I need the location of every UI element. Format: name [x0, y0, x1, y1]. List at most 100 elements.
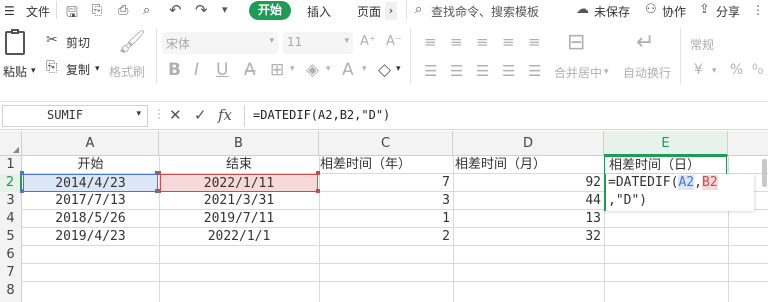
unsaved-button[interactable]: 未保存 — [594, 3, 630, 20]
justify-icon[interactable]: ☰ — [502, 62, 515, 80]
cell-d4[interactable]: 13 — [453, 210, 601, 228]
tab-insert[interactable]: 插入 — [307, 3, 331, 20]
wrap-text-button[interactable]: 自动换行 — [623, 64, 671, 81]
cell-a1[interactable]: 开始 — [22, 156, 159, 174]
confirm-icon[interactable]: ✓ — [194, 106, 207, 124]
cell-a5[interactable]: 2019/4/23 — [22, 228, 159, 246]
cell-c2[interactable]: 7 — [319, 174, 450, 192]
italic-icon[interactable]: I — [194, 60, 199, 80]
cell-b3[interactable]: 2021/3/31 — [159, 192, 319, 210]
column-header-b[interactable]: B — [159, 131, 319, 156]
decrease-font-icon[interactable]: A⁻ — [386, 34, 402, 49]
distribute-icon[interactable]: ☰ — [528, 62, 541, 80]
name-box[interactable]: SUMIF ▾ — [2, 105, 148, 127]
border-icon[interactable]: ⊞ — [270, 60, 284, 80]
row-header-5[interactable]: 5 — [0, 228, 22, 246]
column-header-d[interactable]: D — [453, 131, 604, 156]
more-icon[interactable]: ⋮ — [752, 3, 764, 17]
currency-button[interactable]: ¥ — [694, 62, 703, 78]
redo-icon[interactable]: ↷ — [195, 1, 208, 19]
vertical-scrollbar[interactable] — [762, 159, 767, 187]
chevron-down-icon[interactable]: ▾ — [136, 109, 141, 119]
currency-dropdown-icon[interactable]: ▾ — [712, 66, 717, 76]
font-color-dropdown-icon[interactable]: ▾ — [362, 64, 367, 74]
cell-c3[interactable]: 3 — [319, 192, 450, 210]
border-dropdown-icon[interactable]: ▾ — [290, 64, 295, 74]
cell-d1[interactable]: 相差时间（月） — [455, 156, 604, 174]
decimal-icon[interactable]: ⁰₀ — [752, 62, 763, 78]
merge-dropdown-icon[interactable]: ▾ — [604, 67, 609, 77]
cell-b4[interactable]: 2019/7/11 — [159, 210, 319, 228]
row-header-4[interactable]: 4 — [0, 210, 22, 228]
align-left-icon[interactable]: ☰ — [424, 62, 437, 80]
hamburger-menu-icon[interactable]: ☰ — [4, 4, 15, 18]
undo-icon[interactable]: ↶ — [169, 1, 182, 19]
paste-dropdown-icon[interactable]: ▾ — [31, 66, 36, 76]
column-header-a[interactable]: A — [22, 131, 159, 156]
copy-dropdown-icon[interactable]: ▾ — [95, 64, 100, 74]
align-top-icon[interactable]: ≡ — [424, 33, 437, 51]
formula-input[interactable]: =DATEDIF(A2,B2,"D") — [244, 105, 768, 127]
eraser-icon[interactable]: ◇ — [378, 60, 391, 80]
number-format-select[interactable]: 常规 — [690, 36, 714, 53]
print-icon[interactable]: ⎙ — [118, 3, 128, 18]
column-header-e[interactable]: E — [604, 131, 728, 156]
select-all-corner[interactable]: ◢ — [0, 131, 22, 156]
print-preview-icon[interactable]: ⌕ — [143, 3, 150, 18]
row-header-1[interactable]: 1 — [0, 156, 22, 174]
tabs-scroll-right-icon[interactable]: › — [385, 2, 397, 20]
paste-icon[interactable] — [5, 29, 25, 55]
export-icon[interactable]: ⎘ — [92, 3, 102, 18]
tab-start[interactable]: 开始 — [249, 1, 291, 20]
cell-b1[interactable]: 结束 — [159, 156, 319, 174]
font-color-icon[interactable]: A — [342, 60, 354, 80]
paste-button[interactable]: 粘贴 — [3, 63, 27, 80]
insert-function-icon[interactable]: fx — [218, 106, 232, 124]
align-bottom-icon[interactable]: ≡ — [476, 33, 489, 51]
share-button[interactable]: 分享 — [716, 3, 740, 20]
cell-d3[interactable]: 44 — [453, 192, 601, 210]
strikethrough-icon[interactable]: A̶ — [244, 60, 256, 80]
collab-button[interactable]: 协作 — [662, 3, 686, 20]
fill-dropdown-icon[interactable]: ▾ — [326, 64, 331, 74]
align-middle-icon[interactable]: ≡ — [450, 33, 463, 51]
row-header-7[interactable]: 7 — [0, 264, 22, 282]
cell-a3[interactable]: 2017/7/13 — [22, 192, 159, 210]
formula-bar-drag-icon[interactable]: ⋮ — [153, 107, 165, 121]
cell-d2[interactable]: 92 — [453, 174, 601, 192]
row-header-2[interactable]: 2 — [0, 174, 22, 192]
cell-e1[interactable]: 相差时间（日） — [604, 156, 727, 175]
cell-c5[interactable]: 2 — [319, 228, 450, 246]
column-header-c[interactable]: C — [319, 131, 453, 156]
cell-c4[interactable]: 1 — [319, 210, 450, 228]
copy-button[interactable]: 复制 — [66, 61, 90, 78]
indent-icon[interactable]: ≡ — [502, 33, 515, 51]
file-menu[interactable]: 文件 — [26, 3, 50, 20]
font-name-select[interactable]: 宋体 ▾ — [162, 32, 278, 54]
fill-color-icon[interactable]: ◈ — [306, 60, 319, 80]
format-painter-button[interactable]: 格式刷 — [109, 63, 145, 80]
row-header-3[interactable]: 3 — [0, 192, 22, 210]
percent-button[interactable]: % — [730, 62, 743, 78]
underline-icon[interactable]: U — [216, 60, 228, 80]
search-input[interactable]: 查找命令、搜索模板 — [431, 3, 539, 20]
merge-center-button[interactable]: 合并居中 — [554, 64, 602, 81]
cell-b5[interactable]: 2022/1/1 — [159, 228, 319, 246]
row-header-8[interactable]: 8 — [0, 282, 22, 302]
row-header-6[interactable]: 6 — [0, 246, 22, 264]
column-header-f[interactable] — [728, 131, 768, 156]
cell-a4[interactable]: 2018/5/26 — [22, 210, 159, 228]
cell-c1[interactable]: 相差时间（年） — [320, 156, 453, 174]
cut-button[interactable]: 剪切 — [66, 34, 90, 51]
cell-d5[interactable]: 32 — [453, 228, 601, 246]
clear-dropdown-icon[interactable]: ▾ — [396, 64, 401, 74]
cell-a2[interactable]: 2014/4/23 — [23, 174, 158, 192]
spreadsheet-grid[interactable]: ◢ A B C D E 1 2 3 4 5 6 7 8 开始 结束 相差时间（年… — [0, 131, 768, 302]
cell-e2-editor[interactable]: =DATEDIF(A2,B2 ,"D") — [604, 174, 754, 211]
increase-font-icon[interactable]: A⁺ — [360, 34, 376, 49]
outdent-icon[interactable]: ≡ — [528, 33, 541, 51]
more-commands-icon[interactable]: ▾ — [222, 3, 228, 16]
tab-page[interactable]: 页面 — [357, 3, 381, 20]
cancel-icon[interactable]: ✕ — [169, 106, 182, 124]
align-center-icon[interactable]: ☰ — [450, 62, 463, 80]
